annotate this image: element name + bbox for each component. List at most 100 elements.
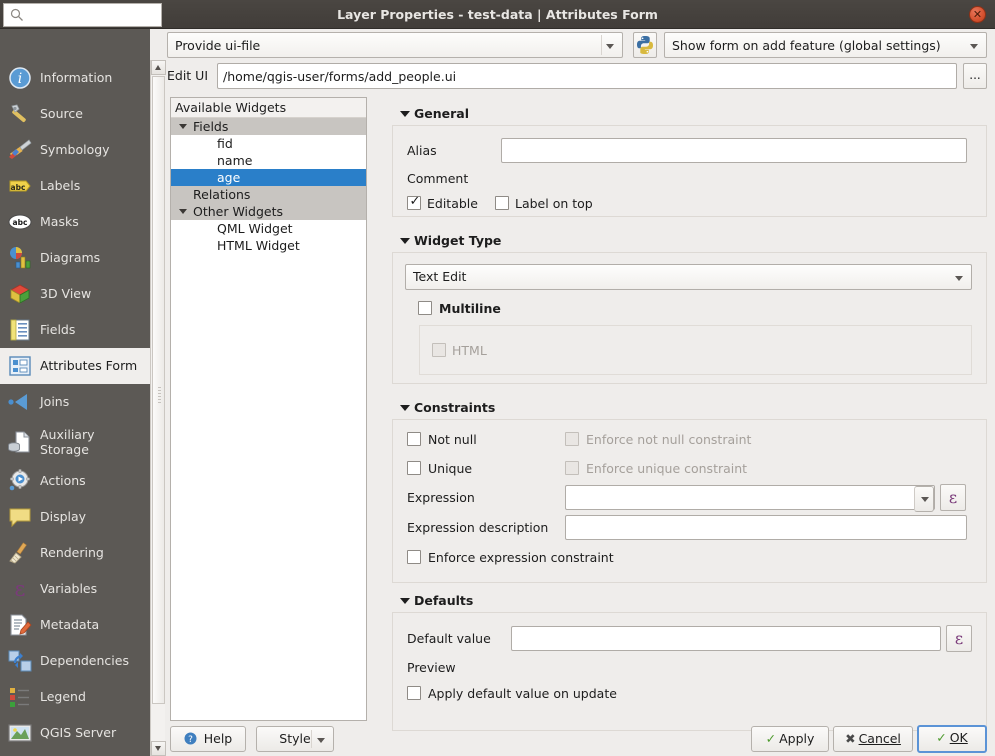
edit-ui-label: Edit UI (167, 65, 208, 87)
constraints-section-title: Constraints (414, 400, 495, 415)
label-on-top-checkbox[interactable] (495, 196, 509, 210)
expression-editor-button[interactable]: ε (940, 484, 966, 511)
diagrams-icon (7, 245, 33, 271)
sidebar-item-label: Variables (40, 582, 97, 596)
apply-button[interactable]: ✓Apply (751, 726, 829, 752)
splitter-grip-icon (158, 387, 161, 405)
python-init-code-button[interactable] (633, 32, 657, 58)
html-checkbox[interactable] (432, 343, 446, 357)
expression-combo[interactable] (565, 485, 935, 510)
constraints-section: Constraints Not null Enforce not null co… (392, 397, 987, 583)
tree-node-qml-widget[interactable]: QML Widget (171, 220, 366, 237)
general-section-header[interactable]: General (392, 103, 987, 125)
sidebar-item-source[interactable]: Source (0, 96, 150, 132)
scrollbar-thumb[interactable] (152, 76, 165, 704)
general-section-title: General (414, 106, 469, 121)
sidebar-item-display[interactable]: Display (0, 499, 150, 535)
widget-type-combo[interactable]: Text Edit (405, 264, 972, 290)
fields-icon (7, 317, 33, 343)
tree-node-html-widget[interactable]: HTML Widget (171, 237, 366, 254)
scroll-up-arrow-icon[interactable] (151, 60, 166, 75)
sidebar-item-rendering[interactable]: Rendering (0, 535, 150, 571)
suppress-form-combo[interactable]: Show form on add feature (global setting… (664, 32, 987, 58)
general-section-body: Alias Comment ✓ Editable Label on top (392, 125, 987, 217)
sidebar-item-symbology[interactable]: Symbology (0, 132, 150, 168)
sidebar-item-label: AuxiliaryStorage (40, 427, 95, 457)
sidebar-item-diagrams[interactable]: Diagrams (0, 240, 150, 276)
style-button[interactable]: Style (256, 726, 334, 752)
close-icon[interactable]: ✕ (969, 6, 986, 23)
tree-node-age[interactable]: age (171, 169, 366, 186)
sidebar-item-legend[interactable]: Legend (0, 679, 150, 715)
tree-node-label: age (171, 169, 366, 186)
default-value-expression-button[interactable]: ε (946, 625, 972, 652)
svg-text:i: i (18, 71, 22, 87)
defaults-section-header[interactable]: Defaults (392, 590, 987, 612)
sidebar-item-variables[interactable]: εVariables (0, 571, 150, 607)
sidebar-item-label: Masks (40, 215, 79, 229)
joins-icon (7, 389, 33, 415)
editable-checkbox[interactable]: ✓ (407, 196, 421, 210)
style-label: Style (279, 731, 310, 746)
ok-button[interactable]: ✓OK (917, 725, 987, 753)
unique-checkbox[interactable] (407, 461, 421, 475)
tree-node-fields[interactable]: Fields (171, 118, 366, 135)
search-box[interactable] (3, 3, 162, 27)
edit-ui-input[interactable] (217, 63, 957, 89)
enforce-unique-checkbox[interactable] (565, 461, 579, 475)
labels-icon: abc (7, 173, 33, 199)
expand-triangle-icon[interactable] (179, 209, 187, 214)
tree-node-name[interactable]: name (171, 152, 366, 169)
sidebar-item-label: Information (40, 71, 112, 85)
cancel-button[interactable]: ✖Cancel (833, 726, 913, 752)
search-input[interactable] (28, 5, 158, 25)
alias-input[interactable] (501, 138, 967, 163)
search-icon (10, 8, 24, 22)
sidebar-item-label: Display (40, 510, 86, 524)
sidebar-item-masks[interactable]: abcMasks (0, 204, 150, 240)
help-button[interactable]: ? Help (170, 726, 246, 752)
tree-node-relations[interactable]: Relations (171, 186, 366, 203)
preview-label: Preview (407, 660, 456, 676)
sidebar-item-fields[interactable]: Fields (0, 312, 150, 348)
browse-ui-file-button[interactable]: ... (963, 63, 987, 89)
tree-node-other-widgets[interactable]: Other Widgets (171, 203, 366, 220)
sidebar-scrollbar[interactable] (150, 60, 165, 756)
cross-icon: ✖ (845, 731, 855, 746)
general-section: General Alias Comment ✓ Editable Label o… (392, 103, 987, 217)
multiline-checkbox[interactable] (418, 301, 432, 315)
enforce-expression-label: Enforce expression constraint (428, 550, 614, 566)
sidebar-item-information[interactable]: i Information (0, 60, 150, 96)
sidebar: iInformationSourceSymbologyabcLabelsabcM… (0, 29, 150, 756)
tree-node-fid[interactable]: fid (171, 135, 366, 152)
widget-type-section-title: Widget Type (414, 233, 501, 248)
enforce-expression-checkbox[interactable] (407, 550, 421, 564)
sidebar-item-joins[interactable]: Joins (0, 384, 150, 420)
sidebar-item-dependencies[interactable]: Dependencies (0, 643, 150, 679)
enforce-not-null-checkbox[interactable] (565, 432, 579, 446)
expression-dropdown-button[interactable] (914, 486, 934, 512)
apply-default-on-update-checkbox[interactable] (407, 686, 421, 700)
sidebar-item-metadata[interactable]: Metadata (0, 607, 150, 643)
tree-node-label: Fields (171, 118, 366, 135)
sidebar-item-labels[interactable]: abcLabels (0, 168, 150, 204)
sidebar-item-auxiliary-storage[interactable]: AuxiliaryStorage (0, 420, 150, 463)
form-layout-combo[interactable]: Provide ui-file (167, 32, 623, 58)
editable-label: Editable (427, 196, 478, 212)
expression-description-input[interactable] (565, 515, 967, 540)
sidebar-item-actions[interactable]: Actions (0, 463, 150, 499)
default-value-input[interactable] (511, 626, 941, 651)
chevron-down-icon (955, 276, 963, 281)
widget-type-section-header[interactable]: Widget Type (392, 230, 987, 252)
check-green-icon: ✓ (936, 730, 946, 745)
sidebar-item-attributes-form[interactable]: Attributes Form (0, 348, 150, 384)
chevron-down-icon (317, 738, 325, 743)
not-null-checkbox[interactable] (407, 432, 421, 446)
constraints-section-header[interactable]: Constraints (392, 397, 987, 419)
alias-label: Alias (407, 143, 437, 159)
collapse-triangle-icon (400, 598, 410, 604)
sidebar-nav-list: iInformationSourceSymbologyabcLabelsabcM… (0, 60, 150, 756)
sidebar-item-3d-view[interactable]: 3D View (0, 276, 150, 312)
defaults-section-title: Defaults (414, 593, 473, 608)
expand-triangle-icon[interactable] (179, 124, 187, 129)
